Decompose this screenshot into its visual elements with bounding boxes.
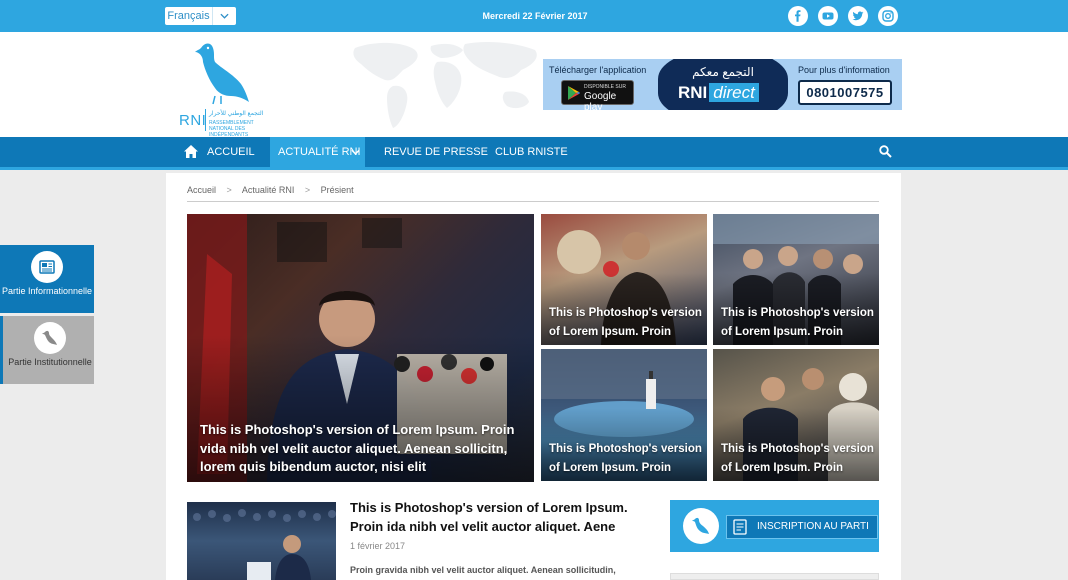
breadcrumb-accueil[interactable]: Accueil	[187, 185, 216, 195]
featured-tile-2[interactable]: This is Photoshop's version of Lorem Ips…	[713, 214, 879, 345]
rni-direct-logo: التجمع معكم RNI direct	[658, 59, 788, 110]
sidebar-widget	[670, 573, 879, 580]
featured-tile-4-caption: This is Photoshop's version of Lorem Ips…	[721, 443, 874, 474]
featured-main-caption: This is Photoshop's version of Lorem Ips…	[200, 422, 515, 474]
article-excerpt: Proin gravida nibh vel velit auctor aliq…	[350, 565, 616, 575]
logo-french-text: RASSEMBLEMENT NATIONAL DES INDÉPENDANTS	[209, 120, 254, 138]
inscription-button[interactable]: INSCRIPTION AU PARTI	[726, 515, 878, 539]
phone-number[interactable]: 0801007575	[798, 80, 892, 105]
google-play-badge[interactable]: DISPONIBLE SUR Google play	[561, 80, 634, 110]
breadcrumb-actualite-rni[interactable]: Actualité RNI	[242, 185, 295, 195]
article-thumbnail[interactable]	[187, 502, 336, 580]
featured-tile-1-caption: This is Photoshop's version of Lorem Ips…	[549, 307, 702, 338]
sidetab-partie-institutionnelle[interactable]: Partie Institutionnelle	[0, 316, 94, 384]
breadcrumb-divider	[187, 201, 879, 202]
inscription-label: INSCRIPTION AU PARTI	[757, 521, 869, 532]
language-label: Français	[165, 7, 213, 25]
inscription-banner[interactable]: INSCRIPTION AU PARTI	[670, 500, 879, 552]
dove-icon	[34, 322, 66, 354]
rni-direct-brand: RNI direct	[678, 83, 759, 103]
sidetab-partie-informationnelle[interactable]: Partie Informationnelle	[0, 245, 94, 313]
featured-tile-3-caption: This is Photoshop's version of Lorem Ips…	[549, 443, 702, 474]
top-bar: Français Mercredi 22 Février 2017	[0, 0, 1068, 32]
logo-rni-text: RNI	[179, 112, 207, 129]
main-nav: ACCUEIL ACTUALITÉ RNI REVUE DE PRESSE CL…	[0, 137, 1068, 170]
breadcrumb: Accueil > Actualité RNI > Présient	[187, 185, 362, 195]
google-play-icon	[568, 86, 580, 100]
download-app-label: Télécharger l'application	[549, 65, 647, 75]
search-icon[interactable]	[879, 145, 892, 158]
world-map-graphic	[353, 42, 537, 128]
language-select[interactable]: Français	[165, 7, 236, 25]
instagram-icon[interactable]	[878, 6, 898, 26]
rni-direct-arabic: التجمع معكم	[692, 65, 754, 79]
logo-arabic-text: التجمع الوطني للأحرار	[209, 111, 264, 117]
sidetab-label: Partie Institutionnelle	[8, 357, 92, 367]
chevron-down-icon	[213, 7, 236, 25]
dove-logo-icon	[195, 43, 249, 105]
facebook-icon[interactable]	[788, 6, 808, 26]
featured-tile-2-caption: This is Photoshop's version of Lorem Ips…	[721, 307, 874, 338]
rni-direct-banner[interactable]: Télécharger l'application DISPONIBLE SUR…	[543, 59, 902, 110]
featured-main-tile[interactable]: This is Photoshop's version of Lorem Ips…	[187, 214, 534, 482]
newspaper-icon	[31, 251, 63, 283]
article-photo	[193, 509, 336, 580]
breadcrumb-current: Présient	[320, 185, 354, 195]
logo-divider	[205, 109, 206, 131]
chevron-down-icon	[351, 149, 360, 155]
form-icon	[733, 519, 747, 535]
twitter-icon[interactable]	[848, 6, 868, 26]
nav-item-revue-de-presse[interactable]: REVUE DE PRESSE	[384, 137, 488, 167]
sidetab-label: Partie Informationnelle	[1, 286, 93, 296]
featured-tile-1[interactable]: This is Photoshop's version of Lorem Ips…	[541, 214, 707, 345]
featured-tile-4[interactable]: This is Photoshop's version of Lorem Ips…	[713, 349, 879, 481]
featured-tile-3[interactable]: This is Photoshop's version of Lorem Ips…	[541, 349, 707, 481]
store-small-text: DISPONIBLE SUR	[584, 84, 626, 90]
article-date: 1 février 2017	[350, 541, 406, 551]
info-label: Pour plus d'information	[798, 65, 890, 75]
home-icon[interactable]	[183, 144, 199, 159]
dove-icon	[683, 508, 719, 544]
nav-item-accueil[interactable]: ACCUEIL	[207, 137, 255, 167]
store-name: Google play	[584, 91, 617, 110]
rni-logo[interactable]: RNI التجمع الوطني للأحرار RASSEMBLEMENT …	[175, 40, 270, 138]
site-header: RNI التجمع الوطني للأحرار RASSEMBLEMENT …	[0, 32, 1068, 138]
breadcrumb-separator: >	[304, 185, 311, 195]
article-title[interactable]: This is Photoshop's version of Lorem Ips…	[350, 498, 660, 536]
breadcrumb-separator: >	[226, 185, 232, 195]
youtube-icon[interactable]	[818, 6, 838, 26]
current-date: Mercredi 22 Février 2017	[482, 11, 588, 21]
nav-item-actualite-rni[interactable]: ACTUALITÉ RNI	[270, 137, 365, 167]
nav-item-club-rniste[interactable]: CLUB RNISTE	[495, 137, 568, 167]
